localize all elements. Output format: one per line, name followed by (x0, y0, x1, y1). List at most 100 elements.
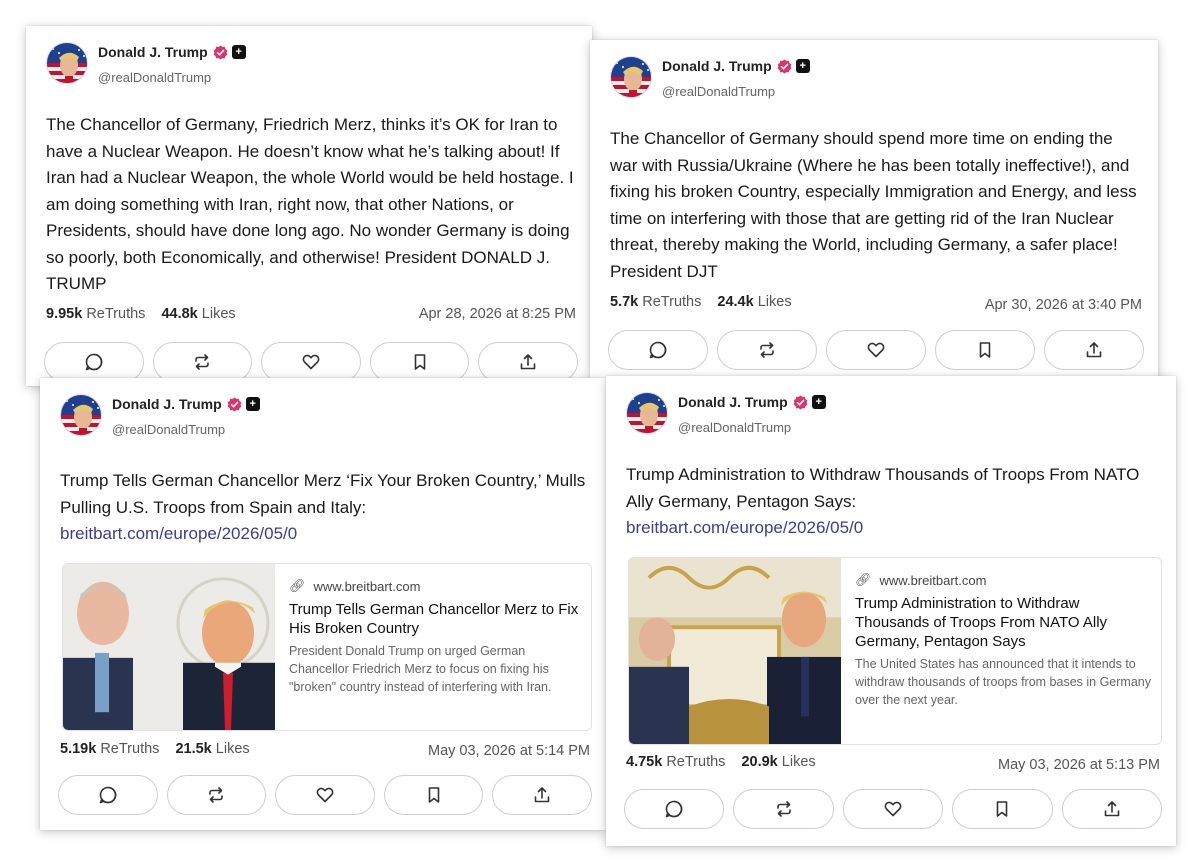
author-display-name[interactable]: Donald J. Trump (678, 394, 788, 410)
like-count: 44.8k (161, 306, 198, 322)
like-icon (883, 799, 903, 819)
post-text: Trump Administration to Withdraw Thousan… (626, 465, 1140, 511)
author-display-name[interactable]: Donald J. Trump (112, 396, 222, 412)
share-button[interactable] (1044, 330, 1144, 370)
retruth-label[interactable]: ReTruths (666, 754, 725, 770)
post-text-block: Trump Tells German Chancellor Merz ‘Fix … (60, 468, 590, 548)
truth-post: Donald J. Trump + @realDonaldTrump The C… (590, 40, 1158, 380)
share-button[interactable] (492, 775, 592, 815)
plus-badge-icon: + (231, 45, 246, 59)
share-button[interactable] (1061, 789, 1163, 829)
link-preview-description: President Donald Trump on urged German C… (289, 644, 552, 694)
like-label[interactable]: Likes (758, 294, 792, 310)
like-button[interactable] (842, 789, 944, 829)
reply-button[interactable] (608, 330, 708, 370)
share-button[interactable] (478, 342, 578, 382)
post-date[interactable]: Apr 30, 2026 at 3:40 PM (985, 297, 1142, 313)
author-name-row: Donald J. Trump + (112, 396, 260, 412)
bookmark-button[interactable] (935, 330, 1035, 370)
author-display-name[interactable]: Donald J. Trump (98, 44, 208, 60)
retruth-button[interactable] (733, 789, 834, 829)
link-icon: 🔗︎ (289, 578, 306, 593)
bookmark-icon (992, 799, 1012, 819)
like-button[interactable] (826, 330, 926, 370)
post-link[interactable]: breitbart.com/europe/2026/05/0 (60, 521, 590, 548)
author-name-row: Donald J. Trump + (662, 58, 810, 74)
like-label[interactable]: Likes (216, 741, 250, 757)
share-icon (1084, 340, 1104, 360)
author-handle[interactable]: @realDonaldTrump (98, 70, 211, 85)
link-preview-card[interactable]: 🔗︎ www.breitbart.com Trump Tells German … (62, 563, 592, 731)
reply-icon (648, 340, 668, 360)
like-icon (301, 352, 321, 372)
post-stats: 5.19k ReTruths 21.5k Likes May 03, 2026 … (60, 741, 590, 761)
plus-badge-icon: + (795, 59, 810, 73)
link-preview-image (63, 564, 275, 730)
author-handle[interactable]: @realDonaldTrump (112, 422, 225, 437)
retruth-label[interactable]: ReTruths (642, 294, 701, 310)
retruth-button[interactable] (717, 330, 817, 370)
action-bar (58, 775, 592, 817)
reply-button[interactable] (624, 789, 725, 829)
avatar[interactable] (610, 56, 652, 98)
post-stats: 9.95k ReTruths 44.8k Likes Apr 28, 2026 … (46, 306, 576, 326)
bookmark-icon (975, 340, 995, 360)
retruth-button[interactable] (152, 342, 253, 382)
like-button[interactable] (275, 775, 375, 815)
plus-badge-icon: + (811, 395, 826, 409)
reply-button[interactable] (58, 775, 158, 815)
bookmark-button[interactable] (383, 775, 484, 815)
like-label[interactable]: Likes (782, 754, 816, 770)
link-preview-domain: www.breitbart.com (313, 578, 421, 594)
retruth-icon (192, 352, 212, 372)
post-text-block: Trump Administration to Withdraw Thousan… (626, 462, 1160, 542)
post-date[interactable]: May 03, 2026 at 5:13 PM (998, 757, 1160, 773)
verified-badge-icon (213, 45, 228, 60)
post-link[interactable]: breitbart.com/europe/2026/05/0 (626, 515, 1160, 542)
bookmark-icon (410, 352, 430, 372)
retruth-label[interactable]: ReTruths (86, 306, 145, 322)
like-count: 20.9k (741, 754, 778, 770)
avatar[interactable] (46, 42, 88, 84)
avatar[interactable] (60, 394, 102, 436)
truth-post: Donald J. Trump + @realDonaldTrump Trump… (606, 376, 1176, 846)
reply-icon (98, 785, 118, 805)
bookmark-button[interactable] (369, 342, 470, 382)
link-preview-image (629, 558, 841, 744)
like-button[interactable] (261, 342, 361, 382)
avatar[interactable] (626, 392, 668, 434)
action-bar (608, 330, 1144, 372)
retruth-count: 4.75k (626, 754, 663, 770)
link-preview-domain: www.breitbart.com (879, 572, 987, 588)
action-bar (624, 789, 1163, 831)
plus-badge-icon: + (245, 397, 260, 411)
author-handle[interactable]: @realDonaldTrump (678, 420, 791, 435)
author-display-name[interactable]: Donald J. Trump (662, 58, 772, 74)
retruth-count: 5.7k (610, 294, 639, 310)
retruth-icon (757, 340, 777, 360)
bookmark-button[interactable] (952, 789, 1053, 829)
link-preview-title: Trump Tells German Chancellor Merz to Fi… (289, 601, 579, 637)
retruth-count: 5.19k (60, 741, 97, 757)
truth-post: Donald J. Trump + @realDonaldTrump The C… (26, 26, 592, 386)
post-text: The Chancellor of Germany, Friedrich Mer… (46, 115, 574, 293)
link-preview-domain-row: 🔗︎ www.breitbart.com (289, 578, 581, 594)
retruth-label[interactable]: ReTruths (100, 741, 159, 757)
link-preview-card[interactable]: 🔗︎ www.breitbart.com Trump Administratio… (628, 557, 1162, 745)
like-label[interactable]: Likes (202, 306, 236, 322)
retruth-button[interactable] (166, 775, 267, 815)
like-count: 24.4k (717, 294, 754, 310)
post-date[interactable]: May 03, 2026 at 5:14 PM (428, 743, 590, 759)
verified-badge-icon (777, 59, 792, 74)
author-handle[interactable]: @realDonaldTrump (662, 84, 775, 99)
reply-icon (664, 799, 684, 819)
like-icon (315, 785, 335, 805)
share-icon (1102, 799, 1122, 819)
post-date[interactable]: Apr 28, 2026 at 8:25 PM (419, 306, 576, 322)
link-preview-title: Trump Administration to Withdraw Thousan… (855, 595, 1108, 650)
link-preview-domain-row: 🔗︎ www.breitbart.com (855, 572, 1151, 588)
like-count: 21.5k (175, 741, 212, 757)
like-icon (866, 340, 886, 360)
verified-badge-icon (227, 397, 242, 412)
reply-button[interactable] (44, 342, 144, 382)
